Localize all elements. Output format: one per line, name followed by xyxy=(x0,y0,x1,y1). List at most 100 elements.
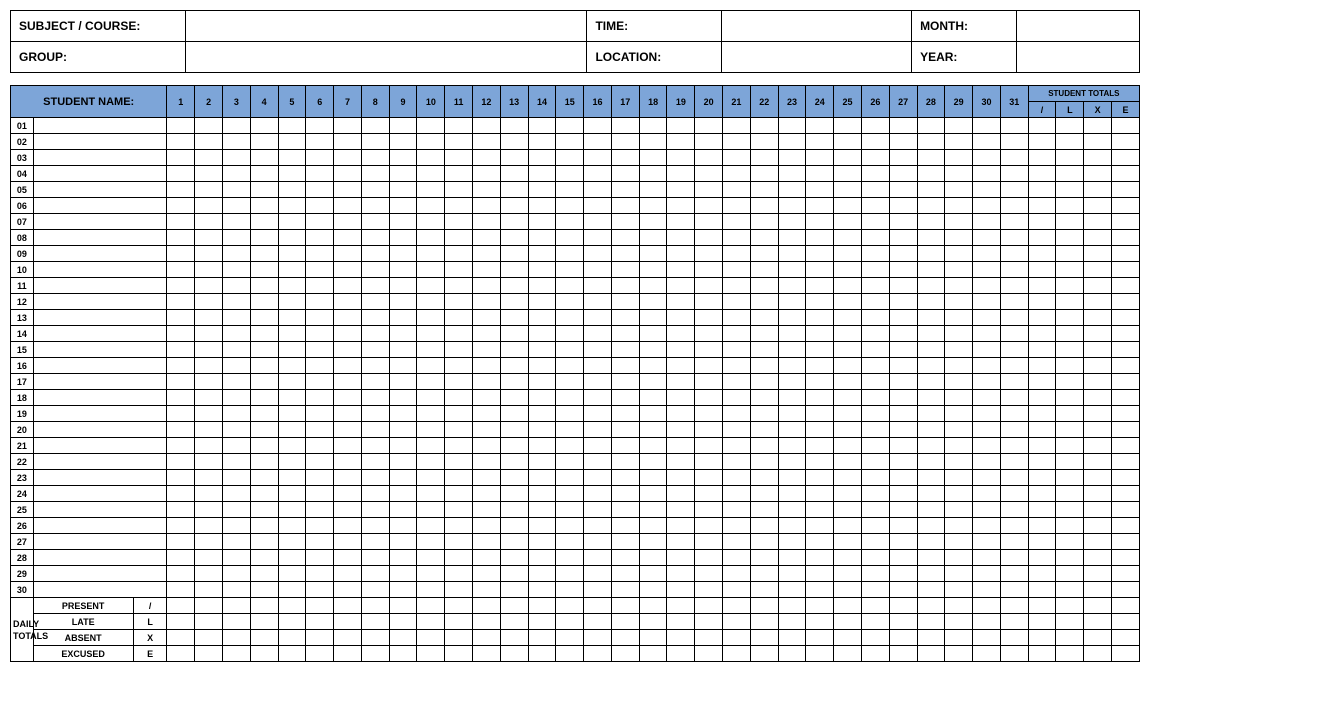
attendance-cell[interactable] xyxy=(834,582,862,598)
attendance-cell[interactable] xyxy=(639,454,667,470)
attendance-cell[interactable] xyxy=(306,246,334,262)
student-total-cell[interactable] xyxy=(1056,438,1084,454)
attendance-cell[interactable] xyxy=(889,454,917,470)
attendance-cell[interactable] xyxy=(306,262,334,278)
attendance-cell[interactable] xyxy=(528,374,556,390)
attendance-cell[interactable] xyxy=(556,534,584,550)
attendance-cell[interactable] xyxy=(334,454,362,470)
attendance-cell[interactable] xyxy=(500,486,528,502)
attendance-cell[interactable] xyxy=(361,358,389,374)
attendance-cell[interactable] xyxy=(667,134,695,150)
attendance-cell[interactable] xyxy=(500,582,528,598)
attendance-cell[interactable] xyxy=(778,326,806,342)
attendance-cell[interactable] xyxy=(278,246,306,262)
attendance-cell[interactable] xyxy=(723,198,751,214)
attendance-cell[interactable] xyxy=(695,150,723,166)
daily-total-cell[interactable] xyxy=(667,598,695,614)
attendance-cell[interactable] xyxy=(500,134,528,150)
attendance-cell[interactable] xyxy=(584,470,612,486)
attendance-cell[interactable] xyxy=(861,582,889,598)
attendance-cell[interactable] xyxy=(945,470,973,486)
attendance-cell[interactable] xyxy=(695,486,723,502)
attendance-cell[interactable] xyxy=(723,470,751,486)
attendance-cell[interactable] xyxy=(667,502,695,518)
attendance-cell[interactable] xyxy=(584,182,612,198)
attendance-cell[interactable] xyxy=(750,438,778,454)
attendance-cell[interactable] xyxy=(861,230,889,246)
attendance-cell[interactable] xyxy=(667,246,695,262)
attendance-cell[interactable] xyxy=(834,150,862,166)
attendance-cell[interactable] xyxy=(611,198,639,214)
student-total-cell[interactable] xyxy=(1028,278,1056,294)
attendance-cell[interactable] xyxy=(861,310,889,326)
attendance-cell[interactable] xyxy=(750,390,778,406)
daily-total-cell[interactable] xyxy=(389,614,417,630)
attendance-cell[interactable] xyxy=(167,326,195,342)
student-total-cell[interactable] xyxy=(1111,438,1139,454)
attendance-cell[interactable] xyxy=(528,566,556,582)
daily-total-cell[interactable] xyxy=(695,630,723,646)
attendance-cell[interactable] xyxy=(778,518,806,534)
attendance-cell[interactable] xyxy=(556,198,584,214)
attendance-cell[interactable] xyxy=(889,150,917,166)
attendance-cell[interactable] xyxy=(945,214,973,230)
attendance-cell[interactable] xyxy=(389,214,417,230)
attendance-cell[interactable] xyxy=(306,470,334,486)
attendance-cell[interactable] xyxy=(834,374,862,390)
attendance-cell[interactable] xyxy=(945,262,973,278)
attendance-cell[interactable] xyxy=(834,534,862,550)
student-total-cell[interactable] xyxy=(1056,406,1084,422)
daily-total-cell[interactable] xyxy=(861,646,889,662)
attendance-cell[interactable] xyxy=(861,502,889,518)
attendance-cell[interactable] xyxy=(806,214,834,230)
attendance-cell[interactable] xyxy=(500,166,528,182)
attendance-cell[interactable] xyxy=(973,294,1001,310)
attendance-cell[interactable] xyxy=(611,262,639,278)
attendance-cell[interactable] xyxy=(222,422,250,438)
attendance-cell[interactable] xyxy=(1000,358,1028,374)
attendance-cell[interactable] xyxy=(723,486,751,502)
student-total-cell[interactable] xyxy=(1111,518,1139,534)
attendance-cell[interactable] xyxy=(639,502,667,518)
student-total-cell[interactable] xyxy=(1084,518,1112,534)
attendance-cell[interactable] xyxy=(361,406,389,422)
attendance-cell[interactable] xyxy=(306,390,334,406)
attendance-cell[interactable] xyxy=(250,454,278,470)
attendance-cell[interactable] xyxy=(306,374,334,390)
attendance-cell[interactable] xyxy=(861,390,889,406)
attendance-cell[interactable] xyxy=(361,198,389,214)
daily-total-cell[interactable] xyxy=(250,598,278,614)
student-total-cell[interactable] xyxy=(1056,342,1084,358)
daily-total-cell[interactable] xyxy=(334,598,362,614)
attendance-cell[interactable] xyxy=(195,278,223,294)
daily-total-cell[interactable] xyxy=(473,646,501,662)
attendance-cell[interactable] xyxy=(556,582,584,598)
student-total-cell[interactable] xyxy=(1084,550,1112,566)
attendance-cell[interactable] xyxy=(556,246,584,262)
attendance-cell[interactable] xyxy=(806,262,834,278)
attendance-cell[interactable] xyxy=(250,358,278,374)
daily-total-cell[interactable] xyxy=(806,614,834,630)
attendance-cell[interactable] xyxy=(222,550,250,566)
daily-total-cell[interactable] xyxy=(889,646,917,662)
attendance-cell[interactable] xyxy=(195,198,223,214)
attendance-cell[interactable] xyxy=(250,374,278,390)
daily-total-cell[interactable] xyxy=(500,630,528,646)
attendance-cell[interactable] xyxy=(167,582,195,598)
attendance-cell[interactable] xyxy=(278,486,306,502)
attendance-cell[interactable] xyxy=(167,358,195,374)
student-total-cell[interactable] xyxy=(1056,326,1084,342)
student-total-cell[interactable] xyxy=(1056,550,1084,566)
student-name-cell[interactable] xyxy=(33,454,167,470)
student-total-cell[interactable] xyxy=(1111,118,1139,134)
student-total-cell[interactable] xyxy=(1111,358,1139,374)
attendance-cell[interactable] xyxy=(584,150,612,166)
attendance-cell[interactable] xyxy=(389,518,417,534)
attendance-cell[interactable] xyxy=(167,486,195,502)
student-name-cell[interactable] xyxy=(33,358,167,374)
attendance-cell[interactable] xyxy=(723,566,751,582)
attendance-cell[interactable] xyxy=(695,182,723,198)
attendance-cell[interactable] xyxy=(473,118,501,134)
attendance-cell[interactable] xyxy=(778,502,806,518)
daily-total-cell[interactable] xyxy=(611,630,639,646)
